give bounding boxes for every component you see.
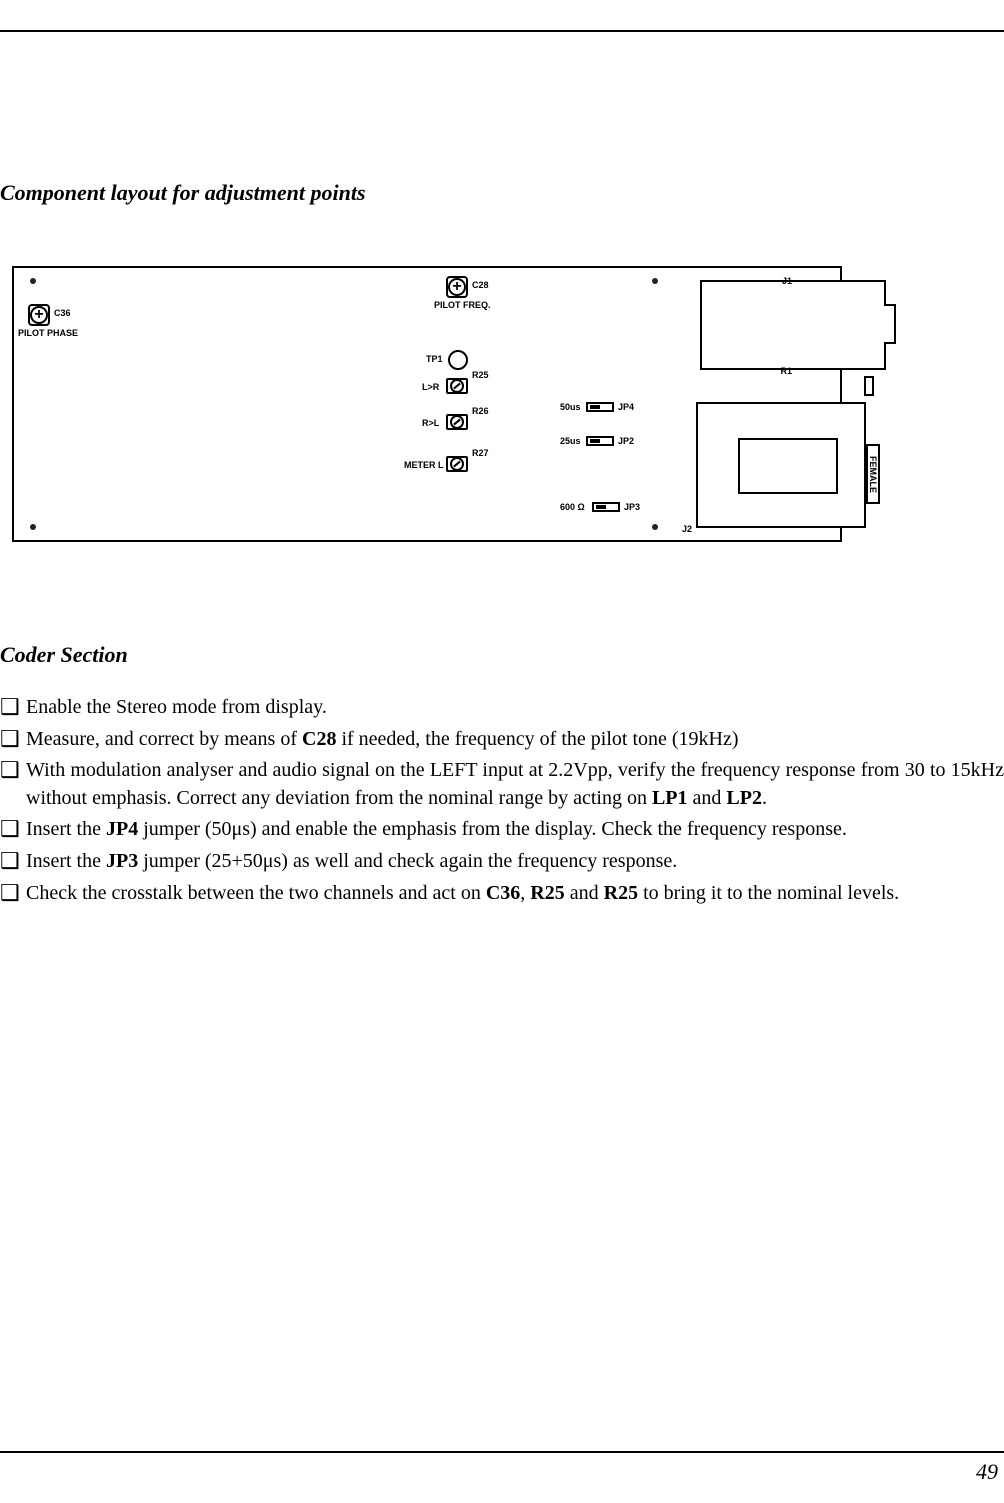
pcb-diagram: C36 PILOT PHASE C28 PILOT FREQ. TP1 L>R … bbox=[12, 266, 842, 542]
c28-label: C28 bbox=[472, 280, 489, 290]
pot-right-0: R25 bbox=[472, 370, 489, 380]
check-text: Insert the JP4 jumper (50μs) and enable … bbox=[26, 816, 1004, 844]
r1-icon bbox=[864, 376, 874, 396]
jp-right-0: JP4 bbox=[618, 402, 634, 412]
heading-coder-section: Coder Section bbox=[0, 642, 128, 668]
jp-left-2: 600 Ω bbox=[560, 502, 585, 512]
c36-label: C36 bbox=[54, 308, 71, 318]
check-item-2: ❑ With modulation analyser and audio sig… bbox=[0, 757, 1004, 812]
jp-right-1: JP2 bbox=[618, 436, 634, 446]
tp1-label: TP1 bbox=[426, 354, 443, 364]
jp-left-0: 50us bbox=[560, 402, 581, 412]
jp2-jumper-icon bbox=[586, 436, 614, 446]
tp1-icon bbox=[448, 350, 468, 370]
j1-label: J1 bbox=[782, 276, 792, 286]
j2-label: J2 bbox=[682, 524, 692, 534]
check-item-0: ❑ Enable the Stereo mode from display. bbox=[0, 694, 1004, 722]
r27-pot-icon bbox=[446, 456, 468, 472]
jp-right-2: JP3 bbox=[624, 502, 640, 512]
check-text: Insert the JP3 jumper (25+50μs) as well … bbox=[26, 848, 1004, 876]
check-item-5: ❑ Check the crosstalk between the two ch… bbox=[0, 880, 1004, 908]
jp4-jumper-icon bbox=[586, 402, 614, 412]
pot-left-1: R>L bbox=[422, 418, 439, 428]
r26-pot-icon bbox=[446, 414, 468, 430]
page-number: 49 bbox=[976, 1459, 998, 1485]
c36-adjust-icon bbox=[28, 304, 50, 326]
pilot-phase-label: PILOT PHASE bbox=[18, 328, 78, 338]
checkbox-icon: ❑ bbox=[0, 848, 26, 874]
pot-left-2: METER L bbox=[404, 460, 444, 470]
check-text: Enable the Stereo mode from display. bbox=[26, 694, 1004, 722]
pot-right-1: R26 bbox=[472, 406, 489, 416]
c28-adjust-icon bbox=[446, 276, 468, 298]
pilot-freq-label: PILOT FREQ. bbox=[434, 300, 491, 310]
checkbox-icon: ❑ bbox=[0, 816, 26, 842]
check-item-4: ❑ Insert the JP3 jumper (25+50μs) as wel… bbox=[0, 848, 1004, 876]
checkbox-icon: ❑ bbox=[0, 880, 26, 906]
checkbox-icon: ❑ bbox=[0, 694, 26, 720]
r1-label: R1 bbox=[780, 366, 792, 376]
jp3-jumper-icon bbox=[592, 502, 620, 512]
check-text: Measure, and correct by means of C28 if … bbox=[26, 726, 1004, 754]
female-label: FEMALE bbox=[866, 444, 880, 504]
heading-component-layout: Component layout for adjustment points bbox=[0, 180, 366, 206]
bottom-rule bbox=[0, 1451, 1004, 1453]
checklist: ❑ Enable the Stereo mode from display. ❑… bbox=[0, 694, 1004, 911]
check-item-1: ❑ Measure, and correct by means of C28 i… bbox=[0, 726, 1004, 754]
pot-right-2: R27 bbox=[472, 448, 489, 458]
check-text: With modulation analyser and audio signa… bbox=[26, 757, 1004, 812]
pot-left-0: L>R bbox=[422, 382, 439, 392]
top-rule bbox=[0, 30, 1004, 32]
check-item-3: ❑ Insert the JP4 jumper (50μs) and enabl… bbox=[0, 816, 1004, 844]
jp-left-1: 25us bbox=[560, 436, 581, 446]
checkbox-icon: ❑ bbox=[0, 757, 26, 783]
check-text: Check the crosstalk between the two chan… bbox=[26, 880, 1004, 908]
r25-pot-icon bbox=[446, 378, 468, 394]
j2-connector-icon: FEMALE bbox=[696, 402, 866, 528]
j1-connector-icon bbox=[700, 280, 886, 370]
checkbox-icon: ❑ bbox=[0, 726, 26, 752]
